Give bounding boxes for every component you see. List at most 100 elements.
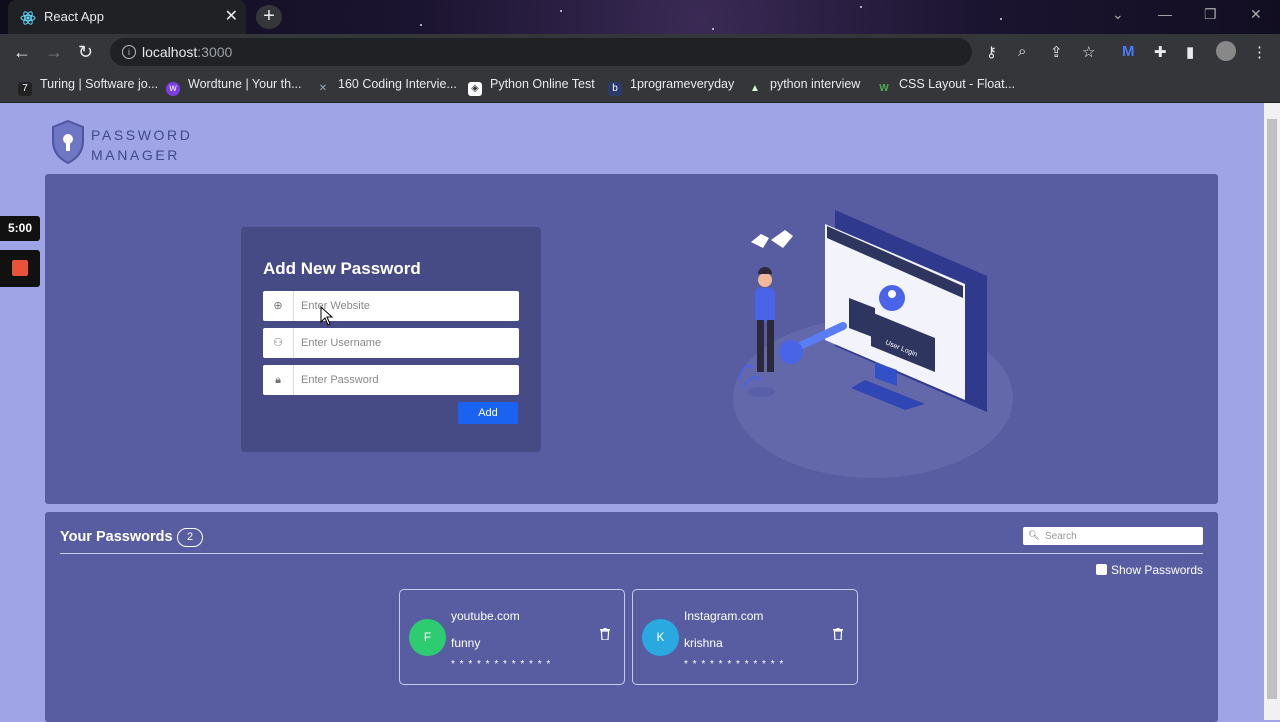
logo-text: PASSWORD MANAGER [91,125,192,165]
side-panel-icon[interactable]: ▮ [1186,43,1194,61]
bookmarks-bar: 7 Turing | Software jo... w Wordtune | You… [0,70,1280,103]
reload-icon[interactable]: ↻ [78,42,93,63]
python-test-icon: ◈ [468,82,482,96]
bookmark-item[interactable]: w Wordtune | Your th... [166,77,302,96]
bookmark-label: CSS Layout - Float... [899,77,1016,91]
add-button[interactable]: Add [458,402,518,424]
bookmark-label: 1programeveryday [630,77,735,91]
url-text: localhost:3000 [142,44,232,60]
page-scrollbar[interactable] [1264,103,1280,720]
avatar: F [409,619,446,656]
url-host: localhost [142,44,198,60]
website-field: ⊕ [263,291,519,321]
card-masked-password: * * * * * * * * * * * * [451,659,552,670]
card-masked-password: * * * * * * * * * * * * [684,659,785,670]
background-star [860,6,862,8]
zoom-icon[interactable]: ⌕ [1018,43,1026,60]
your-passwords-section: Your Passwords 2 🔍︎ Show Passwords F you… [45,512,1218,722]
address-bar[interactable]: i localhost:3000 [110,38,972,66]
show-passwords-checkbox[interactable] [1096,564,1107,575]
login-illustration: User Login [733,210,1013,478]
close-window-icon[interactable]: ✕ [1250,6,1262,23]
password-field: 🔒︎ [263,365,519,395]
passwords-title: Your Passwords [60,529,173,545]
username-field: ⚇ [263,328,519,358]
card-username: funny [451,636,481,650]
bookmark-label: python interview [770,77,861,91]
mouse-cursor-icon [320,306,334,326]
search-input[interactable] [1043,527,1199,545]
close-tab-icon[interactable]: ✕ [225,6,238,26]
username-input[interactable] [295,328,513,358]
search-icon: 🔍︎ [1028,530,1040,540]
password-card: K Instagram.com krishna * * * * * * * * … [632,589,858,685]
bookmark-item[interactable]: b 1programeveryday [608,77,734,96]
globe-icon: ⊕ [263,291,294,321]
url-port: :3000 [197,44,233,60]
bookmark-item[interactable]: 7 Turing | Software jo... [18,77,158,96]
scrollbar-thumb[interactable] [1267,119,1277,699]
background-star [712,28,714,30]
add-password-form: Add New Password ⊕ ⚇ 🔒︎ Add [241,227,541,452]
app-page: PASSWORD MANAGER Add New Password ⊕ ⚇ 🔒︎… [0,103,1264,722]
turing-icon: 7 [18,82,32,96]
bookmark-star-icon[interactable]: ☆ [1082,43,1095,61]
w3schools-icon: W [879,83,889,94]
add-password-section: Add New Password ⊕ ⚇ 🔒︎ Add [45,174,1218,504]
card-website: youtube.com [451,609,520,623]
search-box: 🔍︎ [1023,527,1203,545]
section-divider [60,553,1203,554]
tab-title: React App [44,9,104,24]
bookmark-label: Python Online Test [490,77,595,91]
delete-trash-icon[interactable] [600,628,610,640]
coding-icon: ✕ [318,83,328,94]
tab-search-icon[interactable]: ⌄ [1112,6,1124,23]
avatar: K [642,619,679,656]
minimize-icon[interactable]: — [1158,6,1172,22]
python-interview-icon: ▲ [750,83,760,94]
extension-m-icon[interactable]: M [1122,43,1135,60]
bookmark-label: Turing | Software jo... [40,77,159,91]
card-username: krishna [684,636,723,650]
bookmark-item[interactable]: ◈ Python Online Test [468,77,595,96]
extensions-puzzle-icon[interactable]: ✚ [1154,43,1167,61]
bookmark-item[interactable]: ✕ 160 Coding Intervie... [316,77,457,96]
background-star [420,24,422,26]
app-logo: PASSWORD MANAGER [50,119,190,170]
logo-line-manager: MANAGER [91,147,180,163]
restore-icon[interactable]: ❐ [1204,6,1217,23]
passwords-count-badge: 2 [177,528,203,547]
wordtune-icon: w [166,82,180,96]
stop-recording-button[interactable] [0,250,40,287]
recording-timer: 5:00 [0,216,40,241]
password-card: F youtube.com funny * * * * * * * * * * … [399,589,625,685]
user-icon: ⚇ [263,328,294,358]
logo-line-password: PASSWORD [91,127,193,143]
bookmark-label: Wordtune | Your th... [188,77,302,91]
forward-icon[interactable]: → [45,42,63,63]
menu-kebab-icon[interactable]: ⋮ [1252,43,1267,61]
show-passwords-toggle[interactable]: Show Passwords [1096,563,1203,577]
new-tab-button[interactable]: + [256,5,282,29]
shield-lock-icon [52,119,84,165]
delete-trash-icon[interactable] [833,628,843,640]
back-icon[interactable]: ← [13,42,31,63]
share-icon[interactable]: ⇪ [1050,43,1063,61]
react-icon [20,11,36,25]
site-info-icon[interactable]: i [122,45,136,59]
background-star [560,10,562,12]
show-passwords-label: Show Passwords [1111,563,1204,577]
bookmark-label: 160 Coding Intervie... [338,77,457,91]
browser-tab[interactable]: React App ✕ [8,0,246,34]
background-star [1000,18,1002,20]
stop-icon [12,260,28,276]
card-website: Instagram.com [684,609,764,623]
browser-toolbar: ← → ↻ i localhost:3000 ⚷ ⌕ ⇪ ☆ M ✚ ▮ ⋮ [0,34,1280,70]
form-title: Add New Password [263,259,421,278]
profile-avatar-icon[interactable] [1216,41,1236,61]
bookmark-item[interactable]: ▲ python interview [748,77,860,96]
key-icon[interactable]: ⚷ [986,43,997,61]
bookmark-item[interactable]: W CSS Layout - Float... [877,77,1015,96]
browser-titlebar: React App ✕ + ⌄ — ❐ ✕ [0,0,1280,34]
password-input[interactable] [295,365,513,395]
